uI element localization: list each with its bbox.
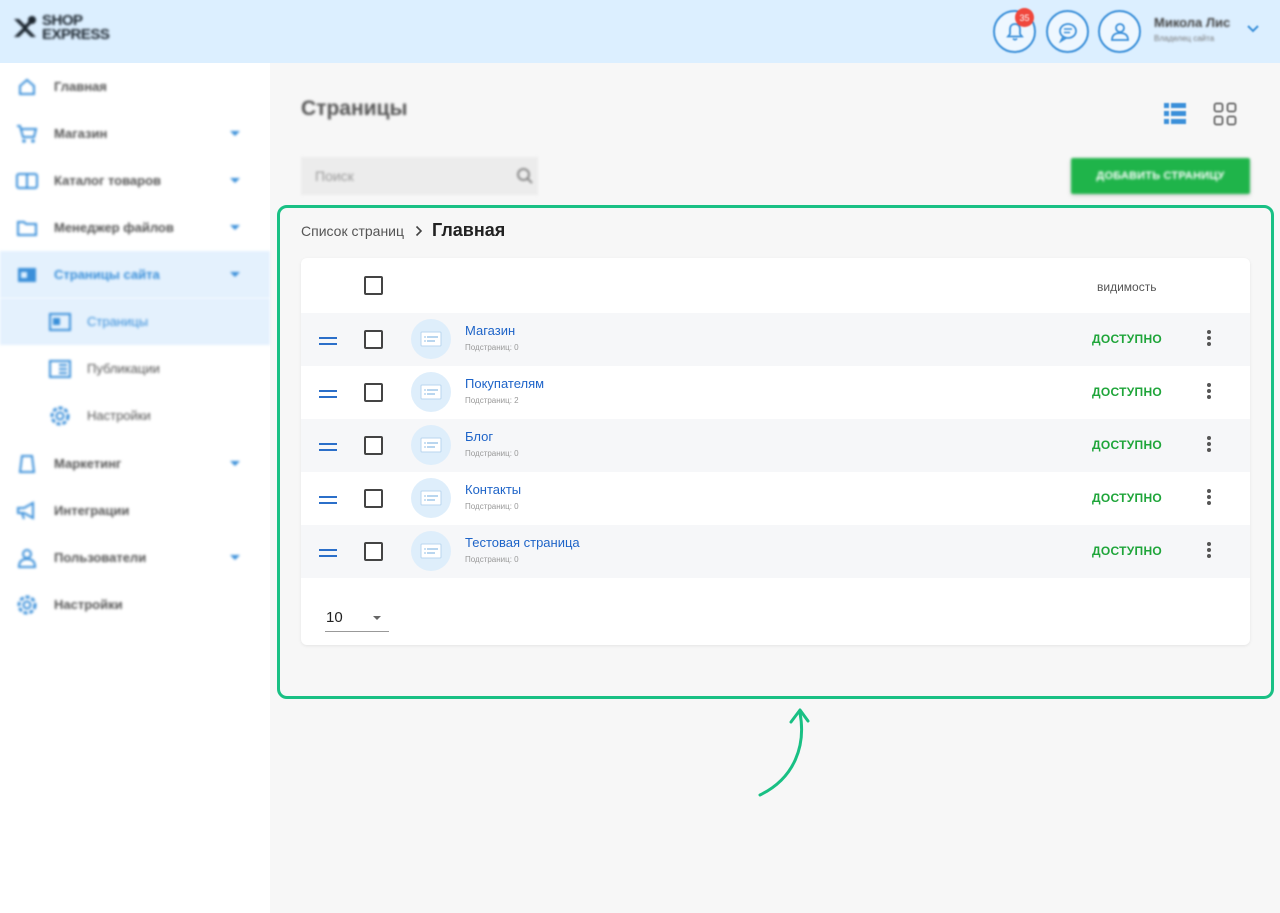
- sidebar-item-settings[interactable]: Настройки: [0, 581, 270, 628]
- notifications-badge: 35: [1015, 8, 1034, 27]
- caret-down-icon: [230, 272, 240, 277]
- list-view-icon[interactable]: [1163, 102, 1187, 126]
- sidebar-item-label: Магазин: [54, 126, 108, 141]
- caret-down-icon: [230, 461, 240, 466]
- catalog-icon: [15, 169, 39, 193]
- sidebar-subitem-settings[interactable]: Настройки: [0, 392, 270, 439]
- sidebar-item-marketing[interactable]: Маркетинг: [0, 440, 270, 487]
- sidebar-item-file-manager[interactable]: Менеджер файлов: [0, 204, 270, 251]
- caret-down-icon: [230, 555, 240, 560]
- folder-icon: [15, 216, 39, 240]
- publications-icon: [48, 357, 72, 381]
- user-role: Владелец сайта: [1154, 34, 1215, 43]
- sidebar-subitem-publications[interactable]: Публикации: [0, 345, 270, 392]
- users-icon: [15, 546, 39, 570]
- sidebar-item-label: Публикации: [87, 361, 160, 376]
- sidebar-item-label: Страницы сайта: [54, 267, 160, 282]
- sidebar-item-integrations[interactable]: Интеграции: [0, 487, 270, 534]
- grid-view-icon[interactable]: [1213, 102, 1237, 126]
- messages-button[interactable]: [1046, 10, 1089, 53]
- caret-down-icon: [230, 225, 240, 230]
- sidebar-item-label: Страницы: [87, 314, 149, 329]
- page-icon: [48, 310, 72, 334]
- notifications-button[interactable]: 35: [993, 8, 1036, 53]
- sidebar-item-users[interactable]: Пользователи: [0, 534, 270, 581]
- user-info[interactable]: Микола Лис Владелец сайта: [1154, 15, 1230, 43]
- shop-express-logo[interactable]: SHOP EXPRESS: [12, 13, 110, 43]
- chat-icon: [1058, 22, 1077, 43]
- logo-mark-icon: [14, 16, 36, 37]
- pages-icon: [15, 263, 39, 287]
- sidebar-item-label: Каталог товаров: [54, 173, 162, 188]
- add-page-button[interactable]: ДОБАВИТЬ СТРАНИЦУ: [1071, 158, 1250, 194]
- top-header: SHOP EXPRESS 35 Микола Лис Владелец сайт…: [0, 0, 1280, 63]
- search-icon[interactable]: [516, 167, 534, 185]
- sidebar-item-site-pages[interactable]: Страницы сайта: [0, 251, 270, 298]
- sidebar-item-label: Настройки: [54, 597, 123, 612]
- settings-icon: [48, 404, 72, 428]
- sidebar-item-catalog[interactable]: Каталог товаров: [0, 157, 270, 204]
- sidebar-item-label: Менеджер файлов: [54, 220, 174, 235]
- home-icon: [15, 75, 39, 99]
- search-box: [301, 157, 538, 195]
- sidebar-item-shop[interactable]: Магазин: [0, 110, 270, 157]
- sidebar: Главная Магазин Каталог товаров Менеджер…: [0, 63, 270, 913]
- page-title: Страницы: [301, 97, 408, 120]
- sidebar-item-label: Интеграции: [54, 503, 130, 518]
- search-input[interactable]: [315, 168, 495, 184]
- sidebar-item-label: Главная: [54, 79, 107, 94]
- annotation-arrow-icon: [758, 708, 810, 797]
- sidebar-subitem-pages[interactable]: Страницы: [0, 298, 270, 345]
- cart-icon: [15, 122, 39, 146]
- highlight-frame: [277, 205, 1274, 699]
- sidebar-item-label: Маркетинг: [54, 456, 122, 471]
- caret-down-icon: [230, 178, 240, 183]
- sidebar-item-label: Настройки: [87, 408, 151, 423]
- chevron-down-icon[interactable]: [1246, 24, 1260, 34]
- marketing-icon: [15, 452, 39, 476]
- user-name: Микола Лис: [1154, 15, 1231, 30]
- profile-button[interactable]: [1098, 10, 1141, 53]
- gear-icon: [15, 593, 39, 617]
- megaphone-icon: [15, 499, 39, 523]
- caret-down-icon: [230, 131, 240, 136]
- user-icon: [1110, 22, 1129, 41]
- sidebar-item-label: Пользователи: [54, 550, 147, 565]
- logo-line2: EXPRESS: [42, 26, 110, 43]
- sidebar-item-home[interactable]: Главная: [0, 63, 270, 110]
